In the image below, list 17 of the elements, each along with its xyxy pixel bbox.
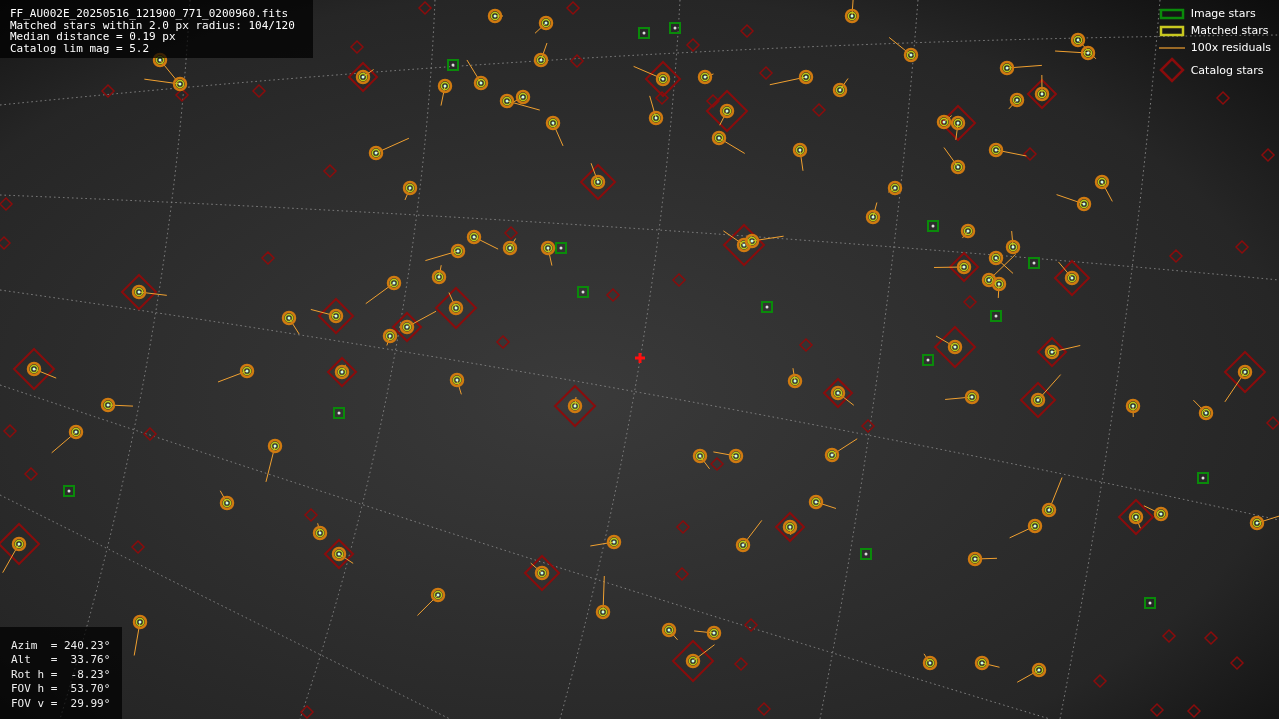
legend-label: Catalog stars [1190, 63, 1264, 77]
diamond-icon [1158, 57, 1185, 83]
pointing-text: Alt = 33.76° [11, 653, 111, 668]
legend-label: Image stars [1190, 7, 1256, 20]
rectangle-outline-icon [1158, 7, 1185, 20]
pointing-text: Rot h = -8.23° [11, 667, 111, 682]
pointing-text: Azim = 240.23° [11, 638, 111, 653]
info-text: Median distance = 0.19 px [10, 31, 176, 43]
pointing-text: FOV h = 53.70° [11, 682, 111, 697]
info-text: Matched stars within 2.0 px radius: 104/120 [10, 19, 295, 31]
info-text: Catalog lim mag = 5.2 [10, 42, 151, 54]
legend-label: 100x residuals [1190, 41, 1271, 54]
line-icon [1158, 45, 1185, 50]
info-text: FF_AU002E_20250516_121900_771_0200960.fits [10, 8, 290, 20]
rectangle-outline-icon [1158, 24, 1185, 37]
pointing-text: FOV v = 29.99° [11, 696, 111, 711]
legend-label: Matched stars [1190, 24, 1269, 37]
